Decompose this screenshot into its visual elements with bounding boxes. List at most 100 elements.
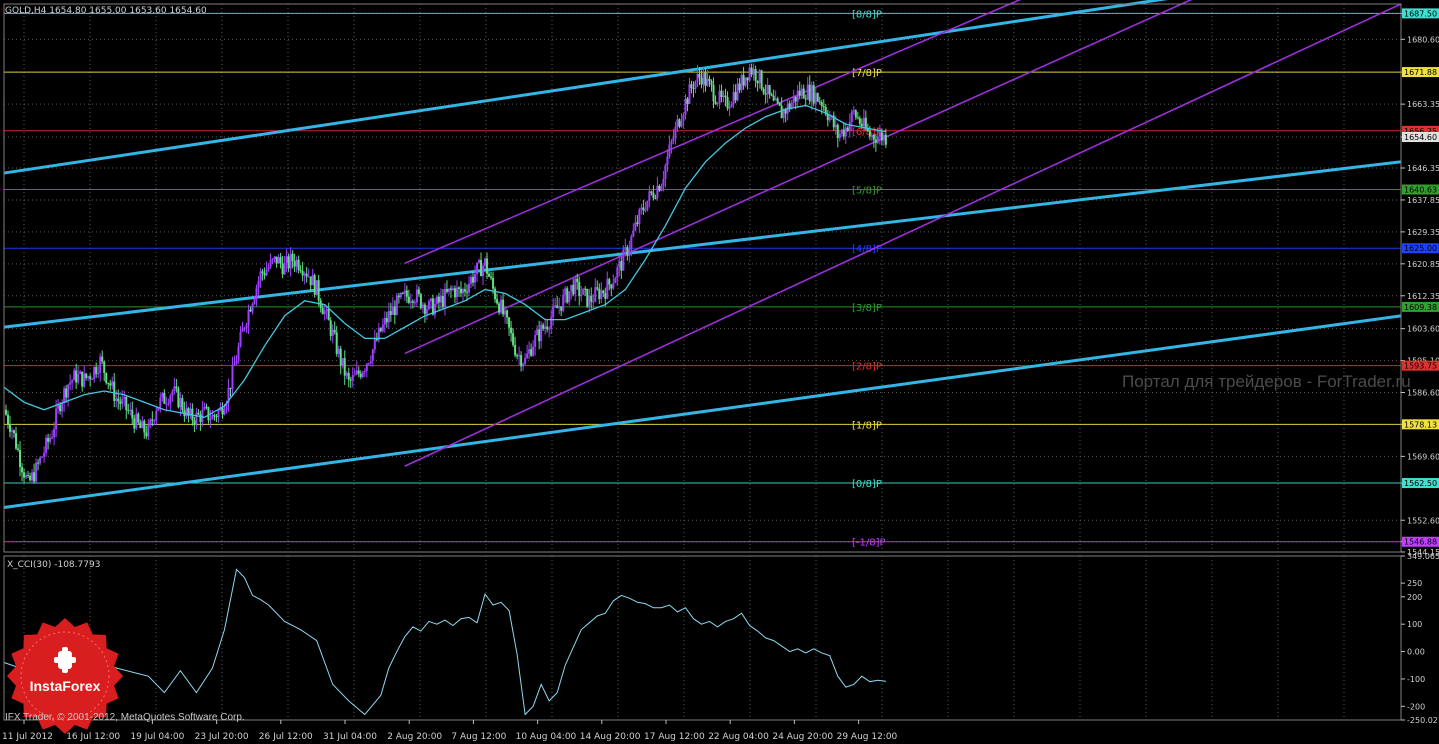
candle-body [21,467,24,473]
candle-body [303,273,306,276]
candle-body [568,291,571,303]
candle-body [441,295,444,307]
candle-body [461,289,464,294]
candle-body [449,288,452,290]
candle-body [29,475,32,481]
candle-body [297,259,300,270]
candle-body [618,261,621,268]
price-label: 1637.85 [1407,196,1439,205]
candle-body [588,295,591,307]
time-label: 31 Jul 04:00 [323,732,377,742]
candle-body [482,265,485,277]
candle-body [704,72,707,86]
candle-body [518,355,521,357]
candle-body [494,288,497,300]
candle-body [243,328,246,330]
candle-body [45,437,48,453]
candle-body [740,75,743,91]
candle-body [636,222,639,225]
candle-body [263,273,266,276]
candle-body [145,432,148,437]
candle-body [566,288,569,303]
candle-body [367,363,370,365]
candle-body [564,288,567,295]
candle-body [393,306,396,315]
candle-body [73,370,76,381]
candle-body [690,84,693,88]
candle-body [834,124,837,128]
candle-body [385,317,388,323]
candle-body [584,288,587,290]
candle-body [770,94,773,96]
candle-body [692,87,695,89]
candle-body [251,303,254,312]
candle-body [812,85,815,104]
candle-body [279,257,282,264]
candle-body [69,382,72,385]
candle-body [768,85,771,95]
price-label: 1552.60 [1407,516,1439,525]
candle-body [572,284,575,295]
candle-body [510,327,513,334]
candle-body [512,333,515,345]
candle-body [309,276,312,286]
candle-body [195,412,198,425]
candle-body [766,85,769,95]
candle-body [718,90,721,104]
candle-body [301,270,304,276]
candle-body [774,98,777,101]
candle-body [476,262,479,275]
candle-body [802,88,805,99]
cci-tick-label: 349.065 [1407,552,1439,561]
candle-body [261,271,264,274]
candle-body [506,310,509,318]
candle-body [752,69,755,75]
murrey-label: [8/8]P [852,9,882,20]
candle-body [486,258,489,274]
time-label: 14 Aug 20:00 [580,732,641,742]
candle-body [275,256,278,264]
candle-body [630,236,633,249]
candle-body [215,416,218,418]
candle-body [335,332,338,354]
candle-body [109,383,112,386]
candle-body [291,253,294,262]
candle-body [614,278,617,284]
candle-body [686,98,689,104]
candle-body [389,311,392,315]
candle-body [814,93,817,104]
candle-body [684,98,687,115]
candle-body [708,78,711,81]
candle-body [121,398,124,404]
candle-body [161,392,164,398]
candle-body [742,75,745,86]
candle-body [710,80,713,85]
candle-body [313,275,316,295]
candle-body [728,107,731,109]
candle-body [81,371,84,387]
candle-body [339,348,342,366]
candle-body [209,419,212,421]
current-price-text: 1654.60 [1404,133,1437,142]
candle-body [688,84,691,104]
candle-body [594,287,597,302]
candle-body [576,278,579,282]
candle-body [628,248,631,256]
candle-body [800,88,803,96]
candle-body [862,117,865,127]
candle-body [59,405,62,412]
time-label: 22 Aug 04:00 [708,732,769,742]
candle-body [9,423,12,432]
candle-body [520,355,523,367]
candle-body [676,119,679,128]
candle-body [776,98,779,103]
candle-body [405,290,408,297]
candle-body [75,370,78,383]
time-label: 24 Aug 20:00 [772,732,833,742]
candle-body [656,185,659,199]
candle-body [159,397,162,408]
candle-body [457,287,460,289]
candle-body [816,93,819,102]
candle-body [648,191,651,201]
candle-body [239,331,242,347]
